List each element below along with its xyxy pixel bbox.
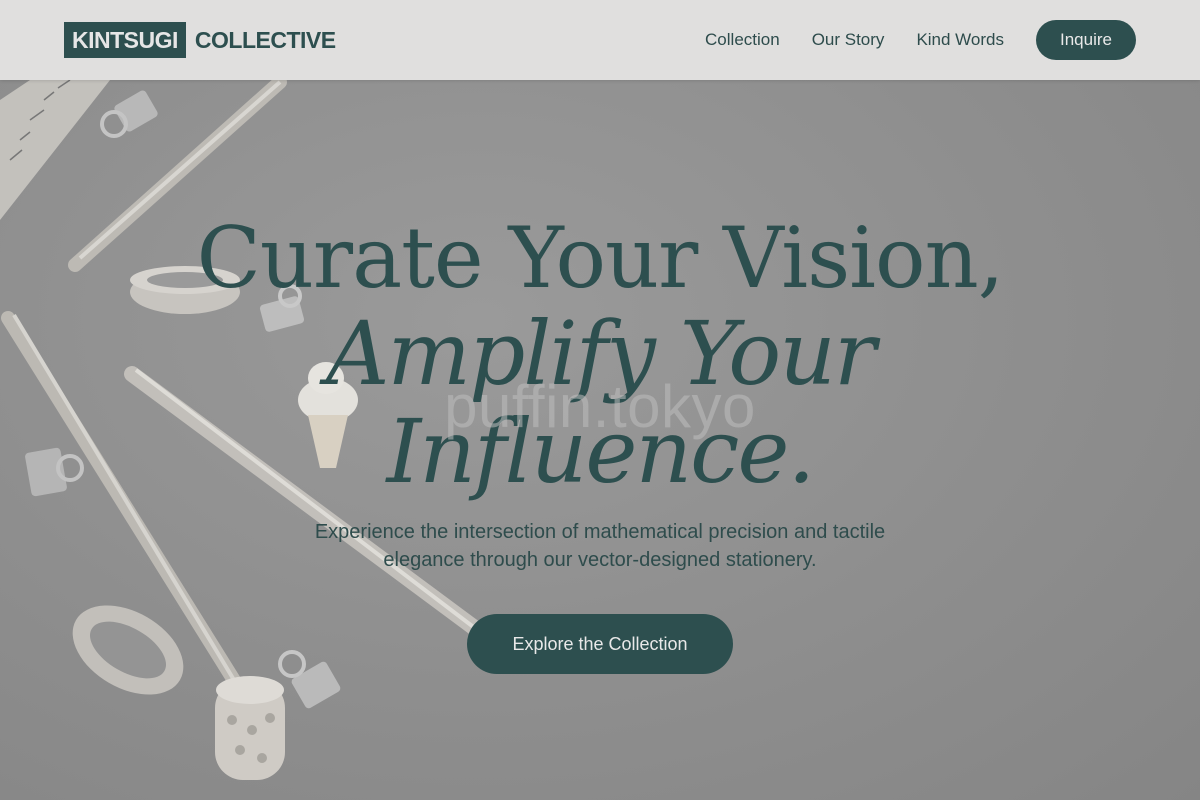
logo-primary-text: KINTSUGI xyxy=(64,22,186,58)
site-header: KINTSUGI COLLECTIVE Collection Our Story… xyxy=(0,0,1200,80)
explore-collection-button[interactable]: Explore the Collection xyxy=(467,614,733,674)
nav-link-our-story[interactable]: Our Story xyxy=(812,30,885,50)
hero-headline-line-3: Influence. xyxy=(386,400,816,503)
nav-link-collection[interactable]: Collection xyxy=(705,30,780,50)
inquire-button[interactable]: Inquire xyxy=(1036,20,1136,60)
hero-section: Curate Your Vision, Amplify Your Influen… xyxy=(0,80,1200,800)
hero-subtext: Experience the intersection of mathemati… xyxy=(314,521,886,571)
logo-secondary-text: COLLECTIVE xyxy=(194,26,336,53)
nav-link-kind-words[interactable]: Kind Words xyxy=(916,30,1004,50)
main-nav: Collection Our Story Kind Words Inquire xyxy=(705,20,1136,60)
hero-headline-line-1: Curate Your Vision, xyxy=(196,209,1005,307)
hero-headline-line-2: Amplify Your xyxy=(325,302,876,405)
brand-logo[interactable]: KINTSUGI COLLECTIVE xyxy=(64,22,336,58)
